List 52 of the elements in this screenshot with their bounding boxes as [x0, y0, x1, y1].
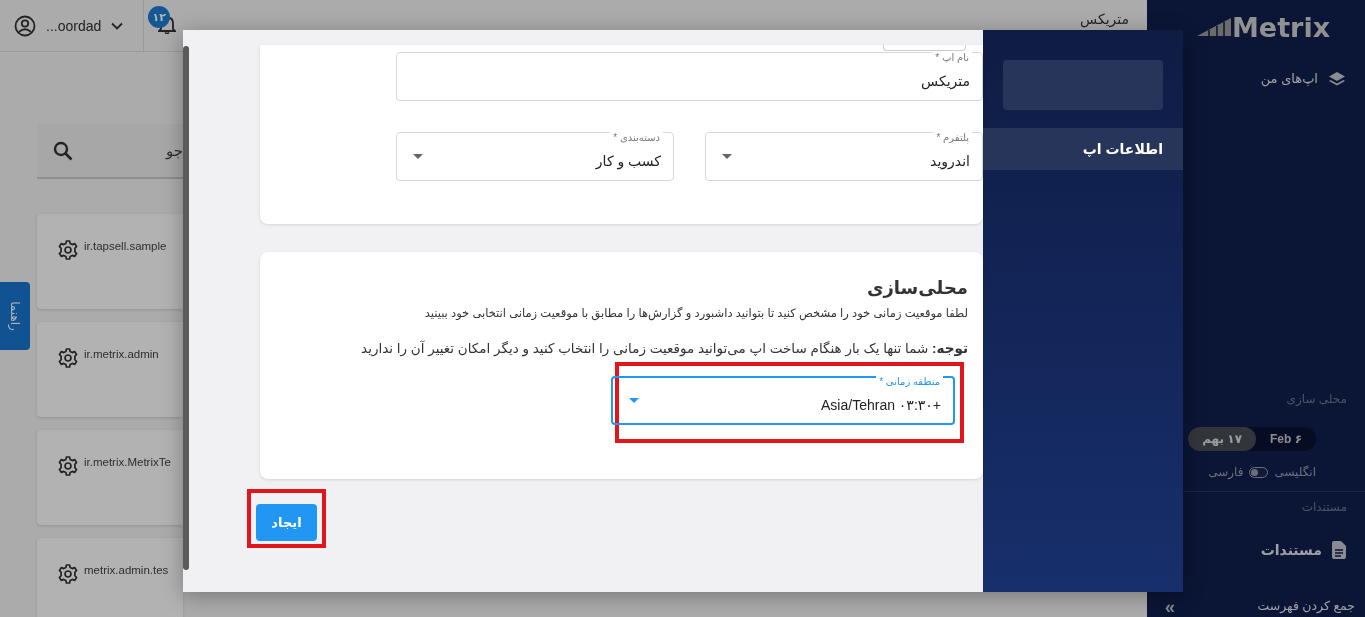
language-label: فارسی: [1208, 465, 1244, 479]
sidebar-item[interactable]: اپ‌های من: [1241, 60, 1365, 96]
user-menu[interactable]: ...oordad: [14, 0, 145, 52]
section-heading: محلی سازی: [1285, 392, 1348, 408]
sidebar-item[interactable]: مستندات: [1241, 532, 1365, 568]
page-title: متریکس: [1080, 10, 1130, 27]
app-card[interactable]: ir.tapsell.sample: [37, 214, 183, 309]
note-text: توجه: شما تنها یک بار هنگام ساخت اپ می‌توانید موقعیت زمانی را انتخاب کنید و دیگر امکان تغییر آن را ندارید: [360, 340, 968, 356]
help-tab[interactable]: راهنما: [0, 282, 30, 350]
gear-icon: [58, 456, 78, 476]
package-name: ir.metrix.admin: [84, 348, 159, 360]
section-title: محلی‌سازی: [866, 277, 968, 299]
document-icon: [1332, 541, 1346, 559]
app-card[interactable]: ir.metrix.admin: [37, 322, 183, 417]
field-label: پلتفرم *: [933, 132, 972, 143]
search-field[interactable]: جو: [37, 124, 183, 179]
app-card[interactable]: metrix.admin.tes: [37, 538, 183, 617]
description-text: لطفا موقعیت زمانی خود را مشخص کنید تا بتوانید داشبورد و گزارش‌ها را مطابق با موقعیت زمانی انتخابی خود ببینید: [423, 306, 968, 320]
gear-icon: [58, 240, 78, 260]
section-heading: مستندات: [1300, 500, 1348, 516]
logo-icon: [1197, 18, 1231, 36]
dropdown-caret-icon: [629, 398, 639, 403]
collapse-menu-link[interactable]: جمع کردن فهرست: [1257, 598, 1355, 614]
gear-icon: [58, 348, 78, 368]
select-field[interactable]: منطقه زمانی * Asia/Tehran ۰۳:۳۰+: [611, 376, 955, 425]
dropdown-caret-icon: [722, 154, 732, 159]
chevron-down-icon: [111, 22, 124, 30]
notification-badge: ۱۲: [148, 6, 171, 28]
date-option[interactable]: Feb ۶: [1256, 427, 1316, 451]
input-field[interactable]: نام اپ * متریکس: [396, 52, 983, 101]
dropdown-caret-icon: [413, 154, 423, 159]
search-icon: [53, 140, 73, 161]
logo-text: Metrix: [1232, 11, 1331, 43]
field-label: دسته‌بندی *: [610, 132, 663, 143]
layers-icon: [1328, 70, 1346, 86]
date-option[interactable]: ۱۷ بهم: [1188, 427, 1256, 451]
language-label: انگلیسی: [1274, 465, 1316, 479]
field-label: نام اپ *: [932, 52, 972, 63]
user-icon: [14, 15, 36, 37]
select-field[interactable]: دسته‌بندی * کسب و کار: [396, 132, 674, 181]
nav-item[interactable]: اطلاعات اپ: [983, 128, 1183, 170]
app-card[interactable]: ir.metrix.MetrixTe: [37, 430, 183, 525]
scrollbar[interactable]: [183, 46, 189, 570]
upload-box[interactable]: [883, 45, 966, 51]
package-name: ir.metrix.MetrixTe: [84, 456, 171, 468]
gear-icon: [58, 564, 78, 584]
package-name: metrix.admin.tes: [84, 564, 169, 576]
field-label: منطقه زمانی *: [876, 376, 943, 387]
select-field[interactable]: پلتفرم * اندروید: [705, 132, 983, 181]
language-switch[interactable]: [1249, 466, 1269, 478]
package-name: ir.tapsell.sample: [84, 240, 167, 252]
chevrons-icon[interactable]: »: [1165, 600, 1175, 614]
